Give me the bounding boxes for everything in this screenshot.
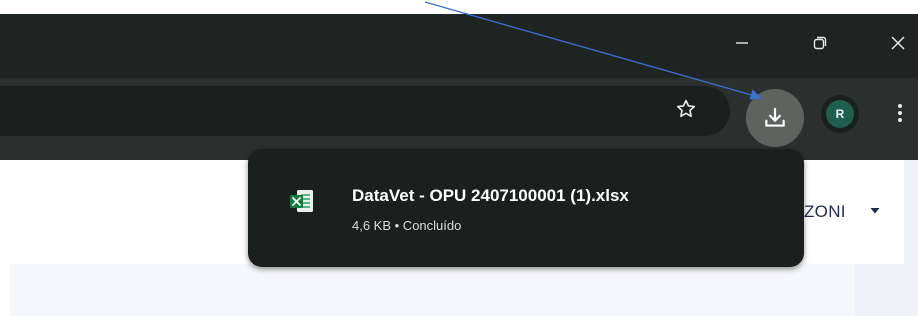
minimize-button[interactable] — [722, 28, 762, 58]
page-right-edge — [904, 160, 918, 264]
restore-icon — [813, 36, 827, 50]
bookmark-button[interactable] — [668, 91, 704, 127]
download-file-name[interactable]: DataVet - OPU 2407100001 (1).xlsx — [352, 186, 629, 206]
downloads-button[interactable] — [746, 89, 804, 147]
download-status: 4,6 KB • Concluído — [352, 218, 462, 233]
browser-toolbar: R — [0, 78, 918, 160]
top-strip — [0, 0, 918, 14]
download-bubble: DataVet - OPU 2407100001 (1).xlsx 4,6 KB… — [248, 149, 804, 267]
close-icon — [891, 36, 905, 50]
page-content-band — [10, 264, 855, 316]
avatar: R — [826, 100, 854, 128]
profile-button[interactable]: R — [821, 95, 859, 133]
kebab-menu-icon — [898, 104, 902, 122]
restore-button[interactable] — [800, 28, 840, 58]
download-icon — [765, 107, 785, 127]
browser-menu-button[interactable] — [888, 95, 912, 131]
star-icon — [676, 99, 696, 118]
close-button[interactable] — [878, 28, 918, 58]
user-menu-name[interactable]: ZONI — [804, 202, 846, 222]
excel-file-icon[interactable] — [288, 187, 316, 215]
browser-titlebar — [0, 14, 918, 78]
page-side-panel — [855, 264, 918, 316]
minimize-icon — [736, 42, 748, 44]
caret-down-icon[interactable] — [870, 207, 880, 215]
address-bar[interactable] — [0, 86, 730, 136]
